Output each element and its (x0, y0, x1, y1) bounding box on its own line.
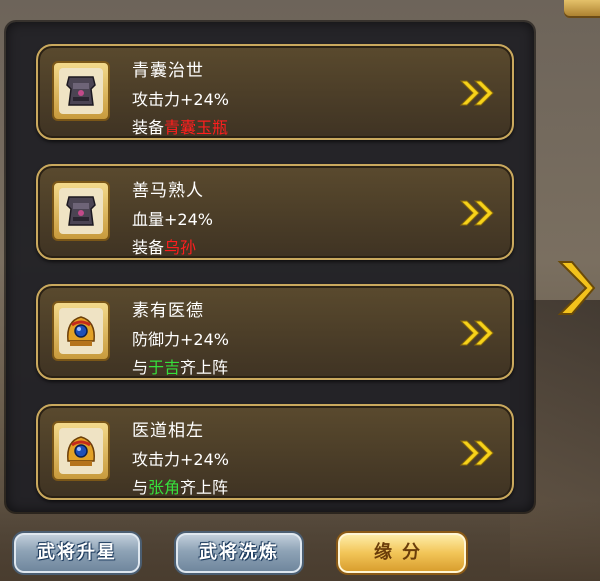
dark-armor-icon (59, 68, 103, 114)
item-portrait-frame (52, 181, 110, 241)
fate-title: 素有医德 (132, 301, 204, 321)
fate-tab-button[interactable]: 缘分 (336, 531, 468, 575)
fate-card[interactable]: 青囊治世 攻击力+24% 装备青囊玉瓶 (36, 44, 514, 140)
requirement-suffix: 齐上阵 (180, 478, 229, 497)
fate-card[interactable]: 素有医德 防御力+24% 与于吉齐上阵 (36, 284, 514, 380)
reroll-button[interactable]: 武将洗炼 (174, 531, 304, 575)
requirement-suffix: 齐上阵 (180, 358, 229, 377)
golden-helmet-icon (59, 308, 103, 354)
requirement-prefix: 装备 (132, 238, 165, 257)
fate-bonus: 防御力+24% (132, 330, 229, 349)
item-portrait-frame (52, 61, 110, 121)
next-page-arrow-icon[interactable] (556, 258, 596, 318)
requirement-hero-name: 于吉 (148, 358, 181, 377)
fate-title: 善马熟人 (132, 181, 204, 201)
top-right-corner-tab[interactable] (564, 0, 600, 18)
fate-requirement: 与于吉齐上阵 (132, 354, 228, 378)
fate-bonus: 血量+24% (132, 210, 213, 229)
hero-portrait-frame (52, 421, 110, 481)
fate-panel: 青囊治世 攻击力+24% 装备青囊玉瓶 善马熟人 血量+24% 装备乌孙 素有医… (6, 22, 534, 512)
upgrade-star-button[interactable]: 武将升星 (12, 531, 142, 575)
fate-bonus: 攻击力+24% (132, 450, 229, 469)
requirement-prefix: 装备 (132, 118, 165, 137)
double-chevron-right-icon[interactable] (458, 438, 496, 468)
requirement-hero-name: 张角 (148, 478, 181, 497)
requirement-item-name: 乌孙 (164, 238, 197, 257)
double-chevron-right-icon[interactable] (458, 198, 496, 228)
dark-armor-icon (59, 188, 103, 234)
fate-card[interactable]: 医道相左 攻击力+24% 与张角齐上阵 (36, 404, 514, 500)
fate-requirement: 装备青囊玉瓶 (132, 114, 228, 138)
hero-portrait-frame (52, 301, 110, 361)
fate-title: 青囊治世 (132, 61, 204, 81)
fate-requirement: 装备乌孙 (132, 234, 196, 258)
fate-card[interactable]: 善马熟人 血量+24% 装备乌孙 (36, 164, 514, 260)
double-chevron-right-icon[interactable] (458, 318, 496, 348)
fate-requirement: 与张角齐上阵 (132, 474, 228, 498)
fate-bonus: 攻击力+24% (132, 90, 229, 109)
requirement-prefix: 与 (132, 478, 149, 497)
golden-helmet-icon (59, 428, 103, 474)
requirement-prefix: 与 (132, 358, 149, 377)
requirement-item-name: 青囊玉瓶 (164, 118, 229, 137)
double-chevron-right-icon[interactable] (458, 78, 496, 108)
fate-title: 医道相左 (132, 421, 204, 441)
